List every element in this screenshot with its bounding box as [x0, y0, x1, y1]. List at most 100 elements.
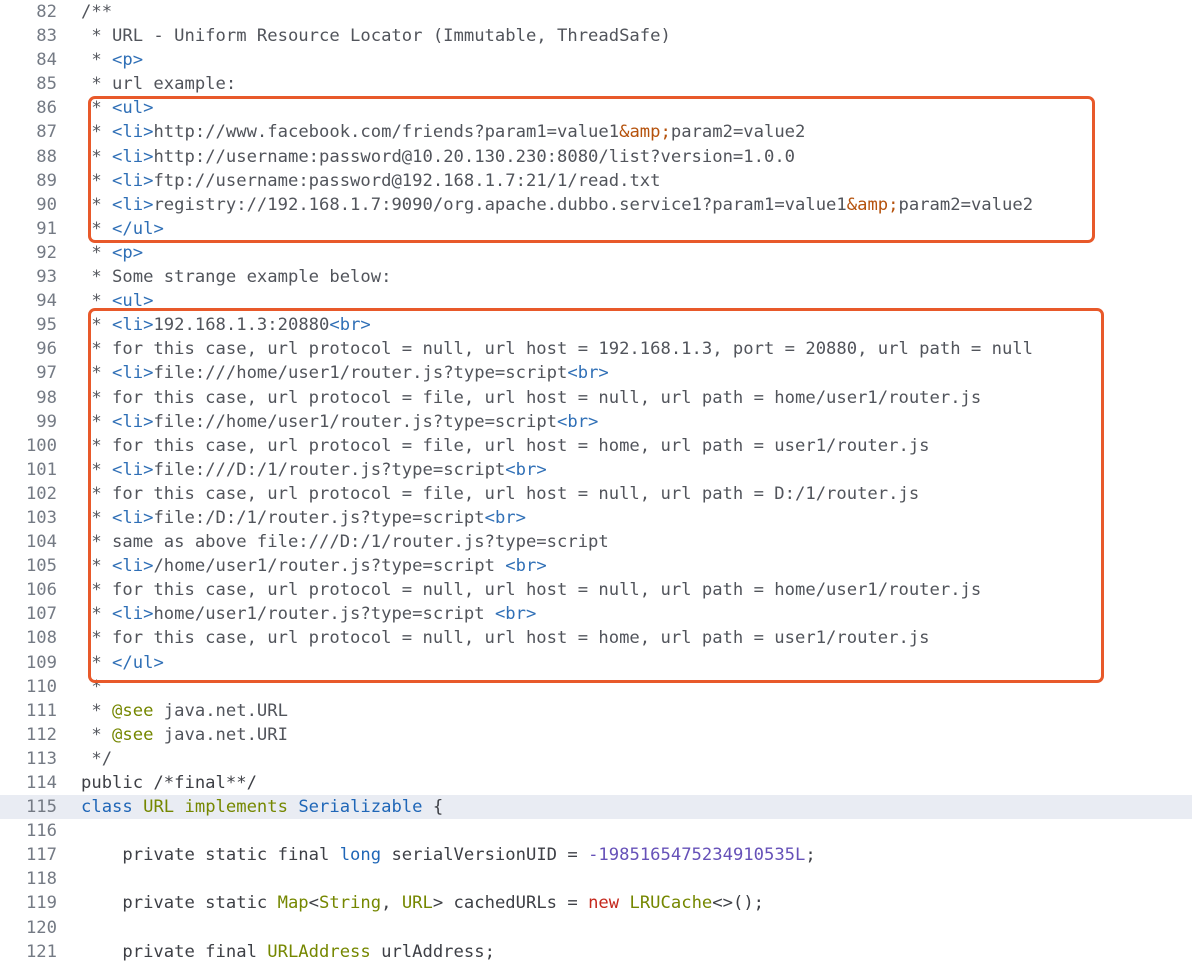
code-line[interactable]: 119 private static Map<String, URL> cach…: [0, 891, 1192, 915]
code-token: {: [422, 797, 444, 818]
line-number: 108: [25, 628, 57, 649]
code-token: *: [81, 724, 113, 745]
code-token: *: [81, 98, 113, 119]
code-line[interactable]: 82 /**: [0, 0, 1192, 24]
line-number: 84: [36, 50, 57, 71]
line-number: 96: [36, 339, 57, 360]
code-line[interactable]: 86 * <ul>: [0, 96, 1192, 120]
code-token: *: [81, 700, 113, 721]
code-line[interactable]: 108 * for this case, url protocol = null…: [0, 626, 1192, 650]
code-line[interactable]: 109 * </ul>: [0, 651, 1192, 675]
code-text: private static Map<String, URL> cachedUR…: [81, 891, 764, 915]
line-number: 90: [36, 194, 57, 215]
code-token: * Some strange example below:: [81, 267, 392, 288]
code-text: * for this case, url protocol = null, ur…: [81, 337, 1033, 361]
code-line[interactable]: 111 * @see java.net.URL: [0, 699, 1192, 723]
code-text: * <li>registry://192.168.1.7:9090/org.ap…: [81, 193, 1033, 217]
code-text: * <ul>: [81, 289, 153, 313]
line-number: 97: [36, 363, 57, 384]
code-text: * <li>/home/user1/router.js?type=script …: [81, 554, 546, 578]
code-text: * <li>ftp://username:password@192.168.1.…: [81, 169, 660, 193]
code-token: &amp;: [846, 194, 899, 215]
code-line[interactable]: 107 * <li>home/user1/router.js?type=scri…: [0, 602, 1192, 626]
code-editor[interactable]: 82 /** 83 * URL - Uniform Resource Locator…: [0, 0, 1192, 964]
code-token: *: [81, 363, 113, 384]
code-token: * for this case, url protocol = file, ur…: [81, 435, 930, 456]
code-text: * @see java.net.URI: [81, 723, 288, 747]
code-line[interactable]: 91 * </ul>: [0, 217, 1192, 241]
code-text: * <li>file:///D:/1/router.js?type=script…: [81, 458, 546, 482]
code-line[interactable]: 120: [0, 916, 1192, 940]
code-line[interactable]: 87 * <li>http://www.facebook.com/friends…: [0, 120, 1192, 144]
code-line[interactable]: 90 * <li>registry://192.168.1.7:9090/org…: [0, 193, 1192, 217]
code-line[interactable]: 93 * Some strange example below:: [0, 265, 1192, 289]
code-token: *: [81, 291, 113, 312]
line-number: 103: [25, 507, 57, 528]
code-line[interactable]: 104 * same as above file:///D:/1/router.…: [0, 530, 1192, 554]
code-text: private final URLAddress urlAddress;: [81, 940, 495, 964]
code-token: <br>: [557, 411, 599, 432]
code-line[interactable]: 98 * for this case, url protocol = file,…: [0, 386, 1192, 410]
code-token: *: [81, 556, 113, 577]
code-text: /**: [81, 0, 112, 24]
code-token: registry://192.168.1.7:9090/org.apache.d…: [153, 194, 847, 215]
line-number: 112: [25, 724, 57, 745]
code-token: http://username:password@10.20.130.230:8…: [153, 146, 796, 167]
code-line[interactable]: 99 * <li>file://home/user1/router.js?typ…: [0, 410, 1192, 434]
code-line[interactable]: 114 public /*final**/: [0, 771, 1192, 795]
line-number: 89: [36, 170, 57, 191]
code-line[interactable]: 102 * for this case, url protocol = file…: [0, 482, 1192, 506]
code-token: * for this case, url protocol = file, ur…: [81, 483, 920, 504]
code-line[interactable]: 105 * <li>/home/user1/router.js?type=scr…: [0, 554, 1192, 578]
line-number: 119: [25, 893, 57, 914]
code-line[interactable]: 101 * <li>file:///D:/1/router.js?type=sc…: [0, 458, 1192, 482]
code-line[interactable]: 118: [0, 867, 1192, 891]
code-line[interactable]: 94 * <ul>: [0, 289, 1192, 313]
code-line[interactable]: 115 class URL implements Serializable {: [0, 795, 1192, 820]
code-line[interactable]: 83 * URL - Uniform Resource Locator (Imm…: [0, 24, 1192, 48]
code-line[interactable]: 85 * url example:: [0, 72, 1192, 96]
code-token: param2=value2: [670, 122, 806, 143]
code-token: serialVersionUID =: [381, 845, 589, 866]
line-number: 82: [36, 2, 57, 22]
code-text: * Some strange example below:: [81, 265, 391, 289]
code-line[interactable]: 106 * for this case, url protocol = null…: [0, 578, 1192, 602]
code-line[interactable]: 113 */: [0, 747, 1192, 771]
code-token: *: [81, 604, 113, 625]
code-token: String: [319, 893, 382, 914]
code-token: *: [81, 411, 113, 432]
code-token: *: [81, 146, 113, 167]
code-text: * </ul>: [81, 651, 163, 675]
line-number: 111: [25, 700, 57, 721]
line-number: 86: [36, 98, 57, 119]
code-token: urlAddress;: [370, 941, 495, 962]
code-text: * </ul>: [81, 217, 163, 241]
code-line[interactable]: 95 * <li>192.168.1.3:20880<br>: [0, 313, 1192, 337]
code-line[interactable]: 112 * @see java.net.URI: [0, 723, 1192, 747]
code-token: <li>: [112, 122, 154, 143]
code-text: * for this case, url protocol = null, ur…: [81, 626, 929, 650]
code-line[interactable]: 89 * <li>ftp://username:password@192.168…: [0, 169, 1192, 193]
code-token: <li>: [112, 315, 154, 336]
code-token: file://home/user1/router.js?type=script: [153, 411, 558, 432]
code-token: public /*final**/: [81, 773, 257, 793]
line-number: 104: [25, 532, 57, 553]
code-line[interactable]: 103 * <li>file:/D:/1/router.js?type=scri…: [0, 506, 1192, 530]
code-token: * for this case, url protocol = file, ur…: [81, 387, 982, 408]
code-line[interactable]: 100 * for this case, url protocol = file…: [0, 434, 1192, 458]
line-number: 106: [25, 580, 57, 601]
code-line[interactable]: 117 private static final long serialVers…: [0, 843, 1192, 867]
code-line[interactable]: 88 * <li>http://username:password@10.20.…: [0, 145, 1192, 169]
code-line[interactable]: 97 * <li>file:///home/user1/router.js?ty…: [0, 361, 1192, 385]
code-token: *: [81, 652, 113, 673]
code-line[interactable]: 110 *: [0, 675, 1192, 699]
code-token: *: [81, 122, 113, 143]
code-token: * URL - Uniform Resource Locator (Immuta…: [81, 26, 671, 47]
code-line[interactable]: 116: [0, 819, 1192, 843]
code-token: *: [81, 50, 113, 71]
code-line[interactable]: 96 * for this case, url protocol = null,…: [0, 337, 1192, 361]
code-line[interactable]: 84 * <p>: [0, 48, 1192, 72]
code-line[interactable]: 92 * <p>: [0, 241, 1192, 265]
code-token: <li>: [112, 363, 154, 384]
code-line[interactable]: 121 private final URLAddress urlAddress;: [0, 940, 1192, 964]
